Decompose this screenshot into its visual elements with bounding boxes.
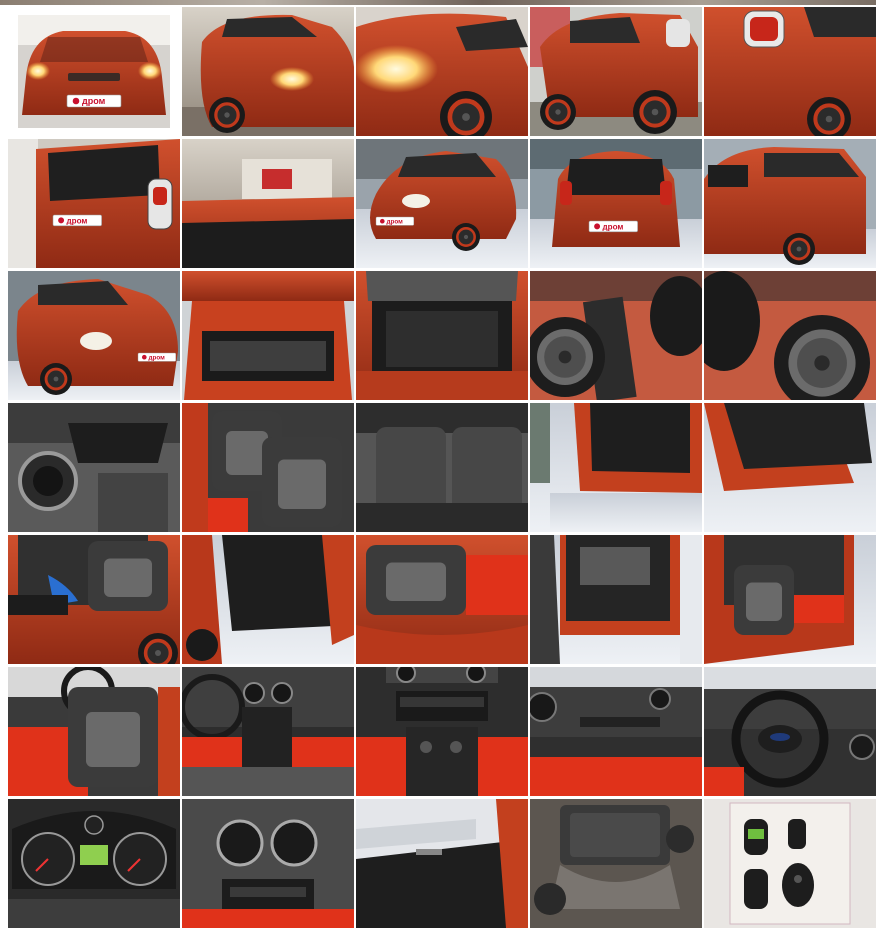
gallery-thumbnail-open-tailgate[interactable]: [182, 271, 354, 400]
photo-rear-seat-mat: [356, 535, 528, 664]
photo-headlight-closeup: [356, 7, 528, 136]
gallery-thumbnail-instrument-cluster[interactable]: [8, 799, 180, 928]
gallery-thumbnail-front-left-side[interactable]: [182, 7, 354, 136]
gallery-thumbnail-front-snow[interactable]: дром: [356, 139, 528, 268]
gallery-thumbnail-dashboard-vent[interactable]: [8, 403, 180, 532]
gallery-thumbnail-rear-seats[interactable]: [356, 403, 528, 532]
gallery-thumbnail-engine[interactable]: [530, 799, 702, 928]
photo-radio-console: [356, 667, 528, 796]
gallery-thumbnail-front-left-snow[interactable]: дром: [8, 271, 180, 400]
photo-passenger-dashboard: [530, 667, 702, 796]
gallery-thumbnail-center-vents[interactable]: [182, 799, 354, 928]
gallery-thumbnail-window-view[interactable]: [356, 799, 528, 928]
photo-front-left-side: [182, 7, 354, 136]
photo-instrument-cluster: [8, 799, 180, 928]
photo-front-door-open: [530, 535, 702, 664]
photo-rear-snow: дром: [530, 139, 702, 268]
photo-steering-wheel: [704, 667, 876, 796]
photo-rear-side-snow: [704, 139, 876, 268]
photo-front-left-snow: дром: [8, 271, 180, 400]
gallery-thumbnail-rear-floor[interactable]: [8, 535, 180, 664]
gallery-thumbnail-front-door-open[interactable]: [530, 535, 702, 664]
photo-rear-closeup: дром: [8, 139, 180, 268]
photo-center-vents: [182, 799, 354, 928]
photo-front-headlights: дром: [8, 7, 180, 136]
photo-rear-floor: [8, 535, 180, 664]
svg-text:дром: дром: [67, 216, 88, 225]
photo-rear-door-open: [530, 403, 702, 532]
gallery-thumbnail-rear-door-open[interactable]: [530, 403, 702, 532]
photo-front-snow: дром: [356, 139, 528, 268]
gallery-thumbnail-rear-door-panel[interactable]: [704, 403, 876, 532]
photo-trunk: [356, 271, 528, 400]
gallery-thumbnail-rear-closeup[interactable]: дром: [8, 139, 180, 268]
svg-text:дром: дром: [82, 96, 106, 106]
gallery-thumbnail-passenger-dashboard[interactable]: [530, 667, 702, 796]
gallery-thumbnail-spare-wheel-well[interactable]: [704, 271, 876, 400]
photo-window-view: [356, 799, 528, 928]
photo-front-interior: [8, 667, 180, 796]
gallery-thumbnail-front-interior[interactable]: [8, 667, 180, 796]
photo-dashboard-vent: [8, 403, 180, 532]
gallery-thumbnail-rear-door-inside[interactable]: [182, 535, 354, 664]
gallery-thumbnail-rear-side-snow[interactable]: [704, 139, 876, 268]
gallery-thumbnail-front-seat-mat[interactable]: [704, 535, 876, 664]
photo-rear-seats: [356, 403, 528, 532]
gallery-thumbnail-rear-snow[interactable]: дром: [530, 139, 702, 268]
gallery-thumbnail-keys-documents[interactable]: [704, 799, 876, 928]
gallery-thumbnail-rear-taillight[interactable]: [704, 7, 876, 136]
photo-rear-door-inside: [182, 535, 354, 664]
gallery-thumbnail-front-headlights[interactable]: дром: [8, 7, 180, 136]
gallery-thumbnail-steering-wheel[interactable]: [704, 667, 876, 796]
svg-text:дром: дром: [149, 354, 166, 361]
photo-rear-taillight: [704, 7, 876, 136]
gallery-thumbnail-rear-seat-mat[interactable]: [356, 535, 528, 664]
photo-engine: [530, 799, 702, 928]
photo-keys-documents: [704, 799, 876, 928]
photo-open-tailgate: [182, 271, 354, 400]
photo-spare-wheel-well: [704, 271, 876, 400]
photo-roof-in-garage: [182, 139, 354, 268]
photo-driver-seat: [182, 403, 354, 532]
gallery-thumbnail-radio-console[interactable]: [356, 667, 528, 796]
photo-front-seat-mat: [704, 535, 876, 664]
photo-gallery: дром дром дром дром дром: [8, 7, 876, 928]
gallery-thumbnail-driver-seat[interactable]: [182, 403, 354, 532]
previous-gallery-edge: [0, 0, 876, 5]
gallery-thumbnail-trunk[interactable]: [356, 271, 528, 400]
photo-spare-wheel: [530, 271, 702, 400]
photo-center-console: [182, 667, 354, 796]
svg-text:дром: дром: [603, 222, 624, 231]
gallery-thumbnail-roof-in-garage[interactable]: [182, 139, 354, 268]
gallery-thumbnail-rear-left-side[interactable]: [530, 7, 702, 136]
gallery-thumbnail-center-console[interactable]: [182, 667, 354, 796]
photo-rear-left-side: [530, 7, 702, 136]
svg-text:дром: дром: [387, 218, 404, 225]
gallery-thumbnail-headlight-closeup[interactable]: [356, 7, 528, 136]
gallery-thumbnail-spare-wheel[interactable]: [530, 271, 702, 400]
photo-rear-door-panel: [704, 403, 876, 532]
